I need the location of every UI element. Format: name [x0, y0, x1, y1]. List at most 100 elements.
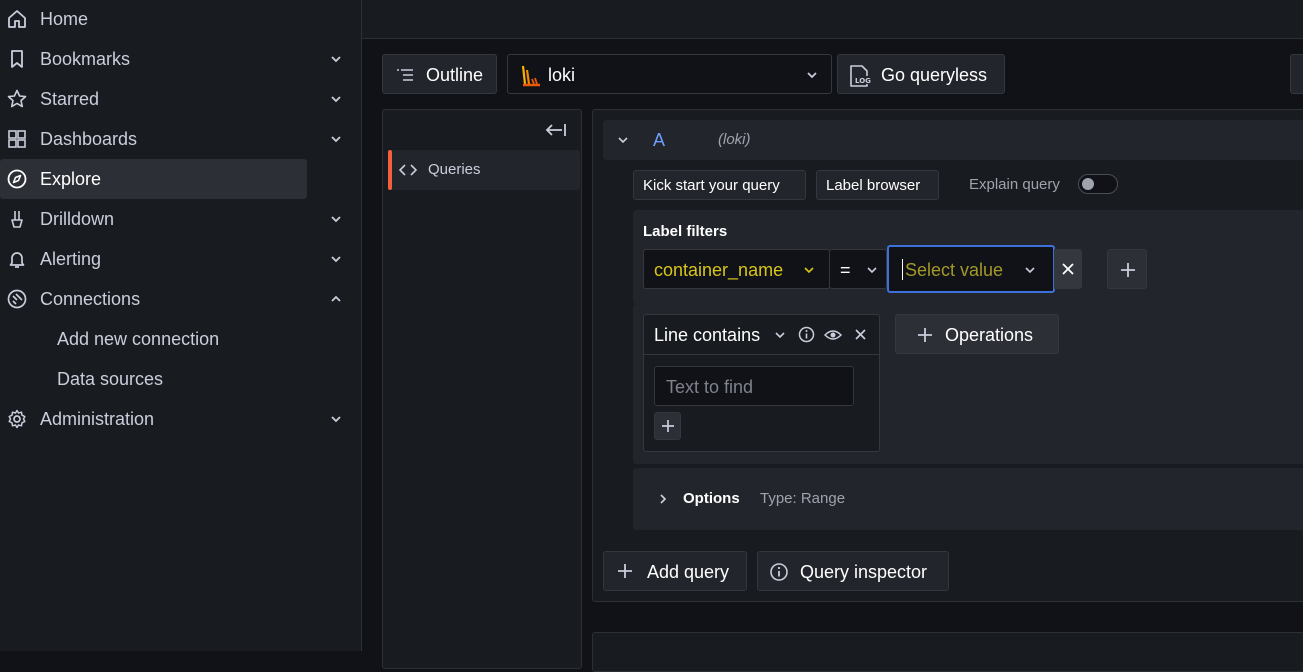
- label-name-select[interactable]: container_name: [643, 249, 830, 289]
- query-datasource-name: (loki): [718, 131, 751, 148]
- bell-icon: [6, 248, 28, 270]
- code-icon: [399, 163, 417, 177]
- sidebar-item-label: Bookmarks: [40, 49, 131, 69]
- sidebar-item-label: Administration: [40, 409, 155, 429]
- sidebar-item-home[interactable]: Home: [0, 0, 307, 39]
- toolbar-overflow-button[interactable]: [1290, 54, 1303, 94]
- sidebar-subitem-data-sources[interactable]: Data sources: [57, 369, 163, 390]
- star-icon: [6, 88, 28, 110]
- outline-item-queries[interactable]: Queries: [388, 150, 580, 190]
- chevron-down-icon: [865, 263, 879, 277]
- sidebar-subitem-add-new-connection[interactable]: Add new connection: [57, 329, 219, 350]
- log-file-icon: LOG: [848, 64, 872, 88]
- top-bar: [362, 0, 1303, 39]
- svg-text:LOG: LOG: [855, 77, 871, 85]
- text-to-find-input[interactable]: Text to find: [654, 366, 854, 406]
- gear-icon: [6, 408, 28, 430]
- bookmark-icon: [6, 48, 28, 70]
- explain-query-label: Explain query: [969, 176, 1060, 193]
- go-queryless-button[interactable]: LOG Go queryless: [837, 54, 1005, 94]
- explain-query-toggle[interactable]: [1078, 174, 1118, 194]
- query-ref-id[interactable]: A: [653, 130, 665, 151]
- chevron-down-icon: [1023, 263, 1037, 277]
- close-icon[interactable]: [854, 328, 867, 341]
- sidebar-item-label: Alerting: [40, 249, 102, 269]
- options-label: Options: [683, 490, 740, 507]
- label-filters-title: Label filters: [643, 223, 728, 240]
- label-browser-label: Label browser: [826, 177, 921, 194]
- sidebar-item-label: Home: [40, 9, 89, 29]
- label-browser-button[interactable]: Label browser: [816, 170, 939, 200]
- plus-icon: [1120, 262, 1136, 278]
- loki-logo-icon: [520, 64, 542, 88]
- sidebar-item-label: Connections: [40, 289, 141, 309]
- kick-start-button[interactable]: Kick start your query: [633, 170, 806, 200]
- chevron-down-icon[interactable]: [329, 212, 343, 226]
- chevron-down-icon[interactable]: [616, 133, 630, 147]
- query-inspector-button[interactable]: Query inspector: [757, 551, 949, 591]
- chevron-down-icon[interactable]: [329, 252, 343, 266]
- remove-filter-button[interactable]: [1054, 249, 1082, 289]
- chevron-down-icon[interactable]: [329, 132, 343, 146]
- query-inspector-label: Query inspector: [800, 562, 928, 582]
- info-icon: [769, 562, 789, 582]
- sidebar-item-label: Explore: [40, 169, 102, 189]
- connections-icon: [6, 288, 28, 310]
- chevron-down-icon[interactable]: [329, 412, 343, 426]
- sidebar-item-drilldown[interactable]: Drilldown: [0, 199, 341, 239]
- plus-icon: [917, 327, 933, 343]
- sidebar-item-dashboards[interactable]: Dashboards: [0, 119, 341, 159]
- sidebar-item-label: Starred: [40, 89, 100, 109]
- list-icon: [396, 67, 414, 83]
- active-indicator: [388, 150, 392, 190]
- chevron-down-icon[interactable]: [329, 92, 343, 106]
- datasource-picker[interactable]: loki: [507, 54, 832, 94]
- home-icon: [6, 8, 28, 30]
- collapse-left-icon[interactable]: [545, 121, 569, 139]
- operator-select[interactable]: =: [829, 249, 887, 289]
- sidebar-item-connections[interactable]: Connections: [0, 279, 341, 319]
- drilldown-icon: [6, 208, 28, 230]
- dashboards-icon: [6, 128, 28, 150]
- label-value-placeholder: Select value: [905, 260, 1004, 280]
- chevron-up-icon[interactable]: [329, 292, 343, 306]
- sidebar-item-administration[interactable]: Administration: [0, 399, 341, 439]
- options-type: Type: Range: [760, 490, 846, 507]
- sidebar-item-alerting[interactable]: Alerting: [0, 239, 341, 279]
- outline-label: Outline: [426, 65, 484, 85]
- results-panel: [592, 632, 1303, 672]
- query-row-header[interactable]: A (loki): [603, 120, 1303, 160]
- outline-button[interactable]: Outline: [382, 54, 497, 94]
- sidebar-item-starred[interactable]: Starred: [0, 79, 341, 119]
- outline-item-label: Queries: [428, 161, 481, 178]
- close-icon: [1061, 262, 1075, 276]
- sidebar: Home Bookmarks Starred Dashboards Explor…: [0, 0, 362, 651]
- operations-button[interactable]: Operations: [895, 314, 1059, 354]
- operator-value: =: [840, 260, 851, 280]
- sidebar-item-explore[interactable]: Explore: [0, 159, 307, 199]
- kick-start-label: Kick start your query: [643, 177, 780, 194]
- add-query-button[interactable]: Add query: [603, 551, 747, 591]
- sidebar-item-bookmarks[interactable]: Bookmarks: [0, 39, 341, 79]
- plus-icon: [617, 563, 633, 579]
- outline-panel: [382, 109, 582, 669]
- eye-icon[interactable]: [824, 327, 842, 343]
- text-cursor: [902, 259, 903, 280]
- options-row[interactable]: Options Type: Range: [633, 468, 1303, 530]
- info-icon[interactable]: [798, 326, 815, 343]
- label-value-select[interactable]: Select value: [887, 245, 1055, 293]
- chevron-down-icon[interactable]: [773, 328, 787, 342]
- sidebar-item-label: Dashboards: [40, 129, 138, 149]
- chevron-down-icon[interactable]: [329, 52, 343, 66]
- add-query-label: Add query: [647, 562, 730, 582]
- line-contains-label[interactable]: Line contains: [654, 325, 760, 346]
- add-param-button[interactable]: [654, 412, 681, 440]
- plus-icon: [661, 419, 675, 433]
- go-queryless-label: Go queryless: [881, 65, 988, 85]
- operations-label: Operations: [945, 325, 1034, 345]
- compass-icon: [6, 168, 28, 190]
- add-filter-button[interactable]: [1107, 249, 1147, 289]
- sidebar-item-label: Drilldown: [40, 209, 115, 229]
- text-to-find-placeholder: Text to find: [666, 377, 754, 397]
- chevron-down-icon: [805, 68, 819, 82]
